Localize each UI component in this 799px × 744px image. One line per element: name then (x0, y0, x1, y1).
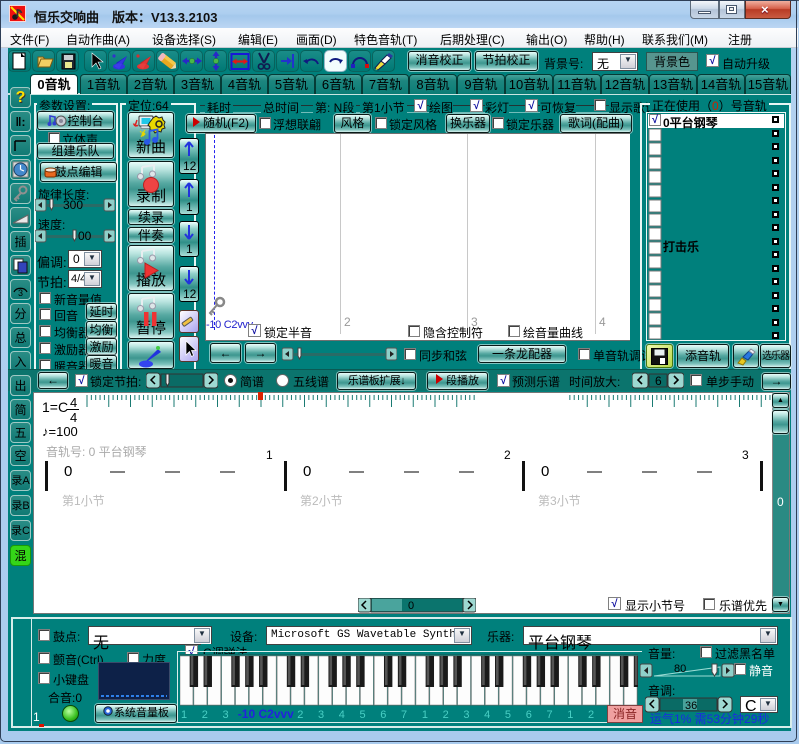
svg-text:3: 3 (18, 288, 23, 298)
svg-text:12: 12 (183, 287, 197, 301)
svg-text:80: 80 (674, 663, 686, 675)
svg-text:0: 0 (408, 600, 414, 612)
svg-text:1: 1 (186, 242, 193, 256)
svg-text:6: 6 (655, 374, 662, 388)
svg-text:12: 12 (183, 159, 197, 173)
svg-text:1: 1 (186, 200, 193, 214)
